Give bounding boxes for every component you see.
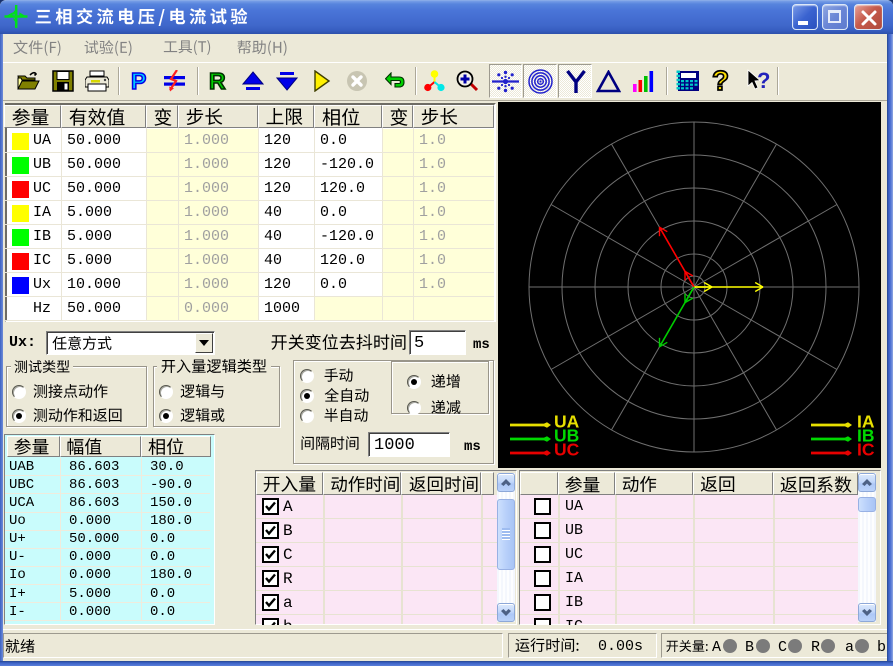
svg-text:IC: IC xyxy=(857,440,875,460)
svg-text:UC: UC xyxy=(554,440,580,460)
